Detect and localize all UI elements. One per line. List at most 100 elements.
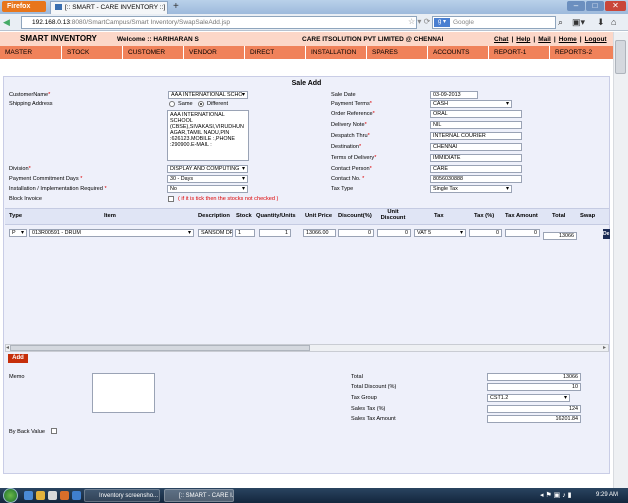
- url-input[interactable]: 192.168.0.13:8080/SmartCampus/Smart Inve…: [21, 16, 417, 29]
- row-description-input[interactable]: SANSOM DR: [198, 229, 233, 237]
- shipping-same-label: Same: [178, 101, 193, 107]
- menu-report-1[interactable]: REPORT-1: [489, 46, 550, 59]
- scroll-left-icon[interactable]: ◂: [6, 344, 9, 352]
- row-type-select[interactable]: P: [9, 229, 27, 237]
- menu-stock[interactable]: STOCK: [62, 46, 123, 59]
- home-link[interactable]: Home: [559, 35, 577, 44]
- tray-icons[interactable]: ◂ ⚑ ▣ ♪ ▮: [540, 491, 572, 501]
- row-stock-input[interactable]: 1: [235, 229, 255, 237]
- search-magnifier-icon[interactable]: ⌕: [558, 17, 563, 28]
- customer-name-select[interactable]: AAA INTERNATIONAL SCHO: [168, 91, 248, 99]
- url-host: 192.168.0.13: [32, 19, 70, 26]
- row-unit-price-input[interactable]: 13066.00: [303, 229, 336, 237]
- link-separator: |: [553, 36, 556, 43]
- app-icon[interactable]: [72, 491, 81, 500]
- contact-no-input[interactable]: 8056030888: [430, 175, 522, 183]
- menu-reports-2[interactable]: REPORTS-2: [550, 46, 613, 59]
- memo-textarea[interactable]: [92, 373, 155, 413]
- add-row-button[interactable]: Add: [8, 354, 28, 363]
- menu-vendor[interactable]: VENDOR: [184, 46, 245, 59]
- destination-input[interactable]: CHENNAI: [430, 143, 522, 151]
- menu-master[interactable]: MASTER: [0, 46, 62, 59]
- division-select[interactable]: DISPLAY AND COMPUTING: [167, 165, 248, 173]
- col-type: Type: [9, 213, 23, 219]
- menu-accounts[interactable]: ACCOUNTS: [428, 46, 489, 59]
- close-icon[interactable]: ✕: [605, 1, 626, 11]
- shipping-same-radio[interactable]: [169, 101, 175, 109]
- mail-link[interactable]: Mail: [538, 35, 551, 44]
- page-menu-icon[interactable]: ▣▾: [572, 17, 585, 28]
- new-tab-icon[interactable]: +: [173, 1, 179, 12]
- taskbar-firefox-window[interactable]: [:: SMART - CARE I...: [164, 489, 234, 502]
- by-back-value-checkbox[interactable]: [51, 428, 57, 434]
- firefox-menu-button[interactable]: Firefox: [2, 1, 46, 12]
- tax-type-select[interactable]: Single Tax: [430, 185, 512, 193]
- maximize-icon[interactable]: □: [586, 1, 604, 11]
- col-quantity: Quantity/Units: [256, 213, 296, 219]
- scroll-right-icon[interactable]: ▸: [603, 344, 606, 352]
- row-quantity-input[interactable]: 1: [259, 229, 291, 237]
- block-invoice-note: ( if it is tick then the stocks not chec…: [178, 196, 279, 202]
- contact-person-input[interactable]: CARE: [430, 165, 522, 173]
- contact-person-label: Contact Person*: [331, 166, 372, 172]
- total-discount-input[interactable]: 10: [487, 383, 581, 391]
- row-item-select[interactable]: 013R00591 - DRUM: [29, 229, 194, 237]
- home-icon[interactable]: ⌂: [611, 17, 616, 28]
- row-discount-input[interactable]: 0: [338, 229, 374, 237]
- menu-direct[interactable]: DIRECT: [245, 46, 306, 59]
- taskbar-inventory-screenshot[interactable]: Inventory screensho...: [84, 489, 160, 502]
- bookmark-star-icon[interactable]: ☆ ▾ ⟳: [408, 16, 430, 28]
- sales-tax-input[interactable]: 124: [487, 405, 581, 413]
- contact-no-label: Contact No. *: [331, 176, 365, 182]
- media-icon[interactable]: [60, 491, 69, 500]
- payment-terms-select[interactable]: CASH: [430, 100, 512, 108]
- row-tax-pct-input[interactable]: 0: [469, 229, 502, 237]
- menu-installation[interactable]: INSTALLATION: [306, 46, 367, 59]
- tax-group-select[interactable]: CST1.2: [487, 394, 570, 402]
- installation-select[interactable]: No: [167, 185, 248, 193]
- despatch-thru-input[interactable]: INTERNAL COURIER: [430, 132, 522, 140]
- page-scrollbar[interactable]: [613, 32, 628, 488]
- total-input[interactable]: 13066: [487, 373, 581, 381]
- destination-label: Destination*: [331, 144, 362, 150]
- row-tax-select[interactable]: VAT 5: [414, 229, 466, 237]
- search-input[interactable]: Google: [432, 16, 556, 29]
- link-separator: |: [533, 36, 536, 43]
- help-link[interactable]: Help: [516, 35, 530, 44]
- delivery-note-input[interactable]: NIL: [430, 121, 522, 129]
- link-separator: |: [511, 36, 514, 43]
- grid-scrollbar-thumb[interactable]: [10, 345, 310, 351]
- ie-icon[interactable]: [24, 491, 33, 500]
- block-invoice-checkbox[interactable]: [168, 196, 174, 202]
- payment-days-select[interactable]: 30 - Days: [167, 175, 248, 183]
- chat-link[interactable]: Chat: [494, 35, 508, 44]
- col-unit-price: Unit Price: [305, 213, 333, 219]
- menu-spares[interactable]: SPARES: [367, 46, 428, 59]
- block-invoice-label: Block Invoice: [9, 196, 42, 202]
- terms-of-delivery-input[interactable]: IMMIDIATE: [430, 154, 522, 162]
- browser-tab[interactable]: [:: SMART - CARE INVENTORY ::]: [50, 1, 168, 14]
- minimize-icon[interactable]: –: [567, 1, 585, 11]
- order-reference-input[interactable]: ORAL: [430, 110, 522, 118]
- page-scrollbar-thumb[interactable]: [615, 40, 626, 74]
- row-tax-amount-input[interactable]: 0: [505, 229, 540, 237]
- terms-of-delivery-label: Terms of Delivery*: [331, 155, 377, 161]
- taskbar-clock[interactable]: 9:29 AM: [596, 490, 618, 500]
- menu-customer[interactable]: CUSTOMER: [123, 46, 184, 59]
- windows-start-icon[interactable]: [3, 488, 18, 503]
- col-tax: Tax: [434, 213, 444, 219]
- back-icon[interactable]: ◀: [3, 16, 10, 28]
- sale-date-input[interactable]: 03-09-2013: [430, 91, 478, 99]
- delivery-note-label: Delivery Note*: [331, 122, 367, 128]
- show-desktop-icon[interactable]: [48, 491, 57, 500]
- explorer-icon[interactable]: [36, 491, 45, 500]
- download-icon[interactable]: ⬇: [597, 17, 605, 28]
- row-unit-discount-input[interactable]: 0: [377, 229, 411, 237]
- shipping-address-textarea[interactable]: AAA INTERNATIONAL SCHOOL (CBSE),SIVAKASI…: [167, 110, 249, 161]
- google-icon[interactable]: g ▾: [434, 18, 450, 27]
- row-delete-button[interactable]: De: [603, 229, 610, 239]
- sales-tax-amount-input[interactable]: 16201.84: [487, 415, 581, 423]
- shipping-different-radio[interactable]: [198, 101, 204, 109]
- row-total-input[interactable]: 13066: [543, 232, 577, 240]
- logout-link[interactable]: Logout: [585, 35, 607, 44]
